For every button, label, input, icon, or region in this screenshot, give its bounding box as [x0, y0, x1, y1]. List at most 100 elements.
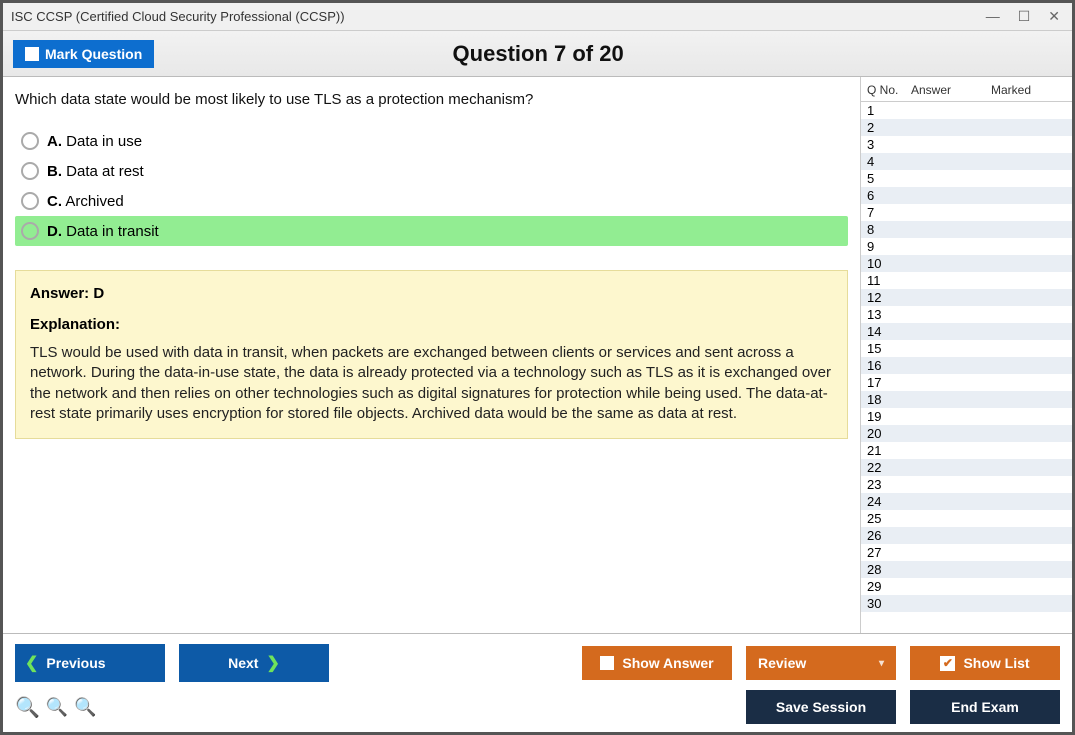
zoom-controls: 🔍 🔍 🔍 — [15, 695, 97, 720]
option-text: Data in use — [66, 133, 142, 150]
show-list-button[interactable]: ✔ Show List — [910, 646, 1060, 680]
question-row[interactable]: 20 — [861, 425, 1072, 442]
question-text: Which data state would be most likely to… — [15, 91, 848, 108]
qno-cell: 3 — [867, 137, 911, 152]
next-button[interactable]: Next ❯ — [179, 644, 329, 682]
end-exam-button[interactable]: End Exam — [910, 690, 1060, 724]
zoom-out-icon[interactable]: 🔍 — [74, 697, 96, 718]
radio-icon — [21, 222, 39, 240]
question-row[interactable]: 16 — [861, 357, 1072, 374]
maximize-icon[interactable]: ☐ — [1018, 8, 1031, 25]
qno-cell: 19 — [867, 409, 911, 424]
checkbox-checked-icon: ✔ — [940, 656, 955, 671]
question-list-panel: Q No. Answer Marked 12345678910111213141… — [860, 77, 1072, 633]
previous-button[interactable]: ❮ Previous — [15, 644, 165, 682]
question-row[interactable]: 22 — [861, 459, 1072, 476]
explanation-text: TLS would be used with data in transit, … — [30, 343, 833, 424]
titlebar: ISC CCSP (Certified Cloud Security Profe… — [3, 3, 1072, 31]
window-title: ISC CCSP (Certified Cloud Security Profe… — [11, 9, 345, 24]
qno-cell: 27 — [867, 545, 911, 560]
qno-cell: 8 — [867, 222, 911, 237]
qno-cell: 13 — [867, 307, 911, 322]
question-row[interactable]: 1 — [861, 102, 1072, 119]
option-A[interactable]: A. Data in use — [15, 126, 848, 156]
question-row[interactable]: 12 — [861, 289, 1072, 306]
question-row[interactable]: 28 — [861, 561, 1072, 578]
question-row[interactable]: 23 — [861, 476, 1072, 493]
question-row[interactable]: 6 — [861, 187, 1072, 204]
end-exam-label: End Exam — [951, 699, 1019, 715]
question-row[interactable]: 7 — [861, 204, 1072, 221]
chevron-left-icon: ❮ — [25, 653, 38, 673]
option-text: Data at rest — [66, 163, 144, 180]
col-marked: Marked — [991, 83, 1066, 97]
previous-label: Previous — [46, 655, 105, 671]
show-answer-button[interactable]: Show Answer — [582, 646, 732, 680]
checkbox-empty-icon — [25, 47, 39, 61]
question-list-header: Q No. Answer Marked — [861, 77, 1072, 102]
question-row[interactable]: 8 — [861, 221, 1072, 238]
col-answer: Answer — [911, 83, 991, 97]
question-row[interactable]: 29 — [861, 578, 1072, 595]
question-row[interactable]: 21 — [861, 442, 1072, 459]
question-row[interactable]: 17 — [861, 374, 1072, 391]
explanation-box: Answer: D Explanation: TLS would be used… — [15, 270, 848, 439]
qno-cell: 10 — [867, 256, 911, 271]
option-letter: A. — [47, 133, 62, 150]
option-letter: B. — [47, 163, 62, 180]
question-row[interactable]: 4 — [861, 153, 1072, 170]
question-row[interactable]: 5 — [861, 170, 1072, 187]
zoom-in-icon[interactable]: 🔍 — [46, 697, 68, 718]
question-row[interactable]: 18 — [861, 391, 1072, 408]
qno-cell: 4 — [867, 154, 911, 169]
qno-cell: 20 — [867, 426, 911, 441]
content-area: Which data state would be most likely to… — [3, 77, 1072, 633]
qno-cell: 1 — [867, 103, 911, 118]
qno-cell: 6 — [867, 188, 911, 203]
save-session-label: Save Session — [776, 699, 866, 715]
question-row[interactable]: 19 — [861, 408, 1072, 425]
mark-question-label: Mark Question — [45, 46, 142, 62]
question-row[interactable]: 30 — [861, 595, 1072, 612]
question-row[interactable]: 14 — [861, 323, 1072, 340]
question-list[interactable]: 1234567891011121314151617181920212223242… — [861, 102, 1072, 633]
question-row[interactable]: 15 — [861, 340, 1072, 357]
question-row[interactable]: 10 — [861, 255, 1072, 272]
option-C[interactable]: C. Archived — [15, 186, 848, 216]
question-row[interactable]: 25 — [861, 510, 1072, 527]
question-row[interactable]: 3 — [861, 136, 1072, 153]
qno-cell: 15 — [867, 341, 911, 356]
radio-icon — [21, 132, 39, 150]
option-letter: C. — [47, 193, 62, 210]
option-letter: D. — [47, 223, 62, 240]
qno-cell: 5 — [867, 171, 911, 186]
zoom-reset-icon[interactable]: 🔍 — [15, 695, 40, 720]
qno-cell: 28 — [867, 562, 911, 577]
review-dropdown[interactable]: Review ▾ — [746, 646, 896, 680]
mark-question-button[interactable]: Mark Question — [13, 40, 154, 68]
explanation-label: Explanation: — [30, 316, 833, 333]
qno-cell: 18 — [867, 392, 911, 407]
question-row[interactable]: 13 — [861, 306, 1072, 323]
next-label: Next — [228, 655, 258, 671]
save-session-button[interactable]: Save Session — [746, 690, 896, 724]
question-row[interactable]: 9 — [861, 238, 1072, 255]
qno-cell: 9 — [867, 239, 911, 254]
question-row[interactable]: 24 — [861, 493, 1072, 510]
app-window: ISC CCSP (Certified Cloud Security Profe… — [0, 0, 1075, 735]
option-D[interactable]: D. Data in transit — [15, 216, 848, 246]
question-row[interactable]: 2 — [861, 119, 1072, 136]
qno-cell: 24 — [867, 494, 911, 509]
qno-cell: 26 — [867, 528, 911, 543]
question-row[interactable]: 26 — [861, 527, 1072, 544]
question-row[interactable]: 27 — [861, 544, 1072, 561]
checkbox-empty-icon — [600, 656, 614, 670]
option-B[interactable]: B. Data at rest — [15, 156, 848, 186]
question-panel: Which data state would be most likely to… — [3, 77, 860, 633]
question-row[interactable]: 11 — [861, 272, 1072, 289]
footer-row-1: ❮ Previous Next ❯ Show Answer Review ▾ ✔… — [15, 644, 1060, 682]
close-icon[interactable]: ✕ — [1048, 8, 1060, 25]
qno-cell: 12 — [867, 290, 911, 305]
qno-cell: 21 — [867, 443, 911, 458]
minimize-icon[interactable]: — — [986, 8, 1000, 25]
